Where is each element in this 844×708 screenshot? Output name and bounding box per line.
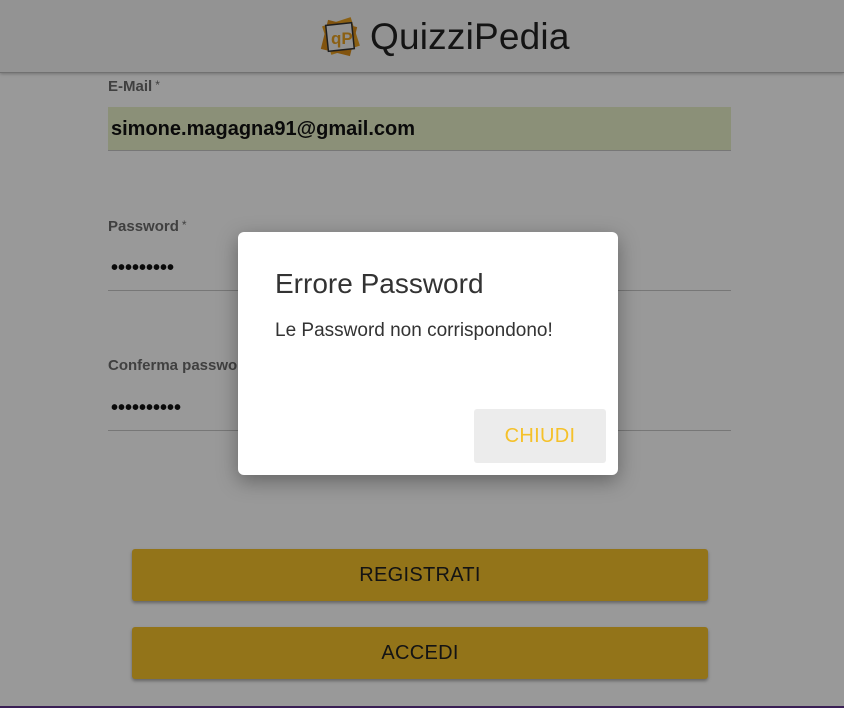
dialog-title: Errore Password (275, 268, 484, 299)
page: qP QuizziPedia E-Mail * simone.magagna91@… (0, 0, 844, 708)
close-button[interactable]: CHIUDI (474, 409, 606, 463)
error-dialog: Errore Password Le Password non corrispo… (238, 232, 618, 475)
dialog-message: Le Password non corrispondono! (275, 320, 553, 341)
